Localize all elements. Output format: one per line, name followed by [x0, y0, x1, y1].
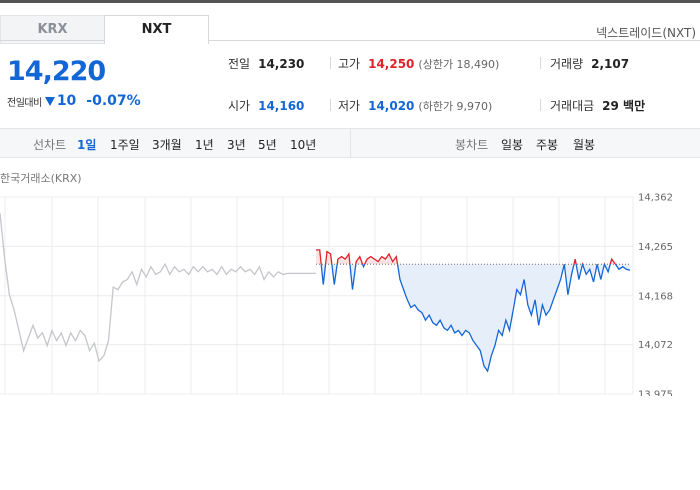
market-tabs: KRX NXT 넥스트레이드(NXT): [0, 3, 700, 44]
upper-limit: (상한가 18,490): [418, 57, 500, 71]
stat-value: 2,107: [591, 56, 630, 71]
divider: [540, 57, 541, 69]
period-5y[interactable]: 5년: [258, 136, 277, 153]
lower-limit: (하한가 9,970): [418, 99, 493, 113]
tab-nxt[interactable]: NXT: [104, 15, 209, 44]
tab-underline-left: [0, 40, 104, 41]
period-3m[interactable]: 3개월: [152, 136, 182, 153]
price-change: 전일대비 10 -0.07%: [7, 92, 141, 110]
y-axis-ticks: 14,362 14,265 14,168 14,072 13,975: [638, 193, 673, 397]
stat-amount: 거래대금 29 백만: [550, 97, 645, 114]
stat-label: 시가: [228, 99, 251, 113]
below-reference-fill: [316, 264, 630, 372]
y-tick-label: 14,265: [638, 242, 673, 253]
krx-price-line: [0, 213, 316, 363]
stat-label: 저가: [338, 99, 361, 113]
divider: [350, 129, 351, 157]
y-tick-label: 14,362: [638, 193, 673, 204]
stat-open: 시가 14,160: [228, 97, 304, 114]
divider: [540, 99, 541, 111]
stat-high: 고가 14,250 (상한가 18,490): [338, 55, 499, 72]
down-triangle-icon: [44, 96, 55, 106]
y-tick-label: 13,975: [638, 390, 673, 397]
period-10y[interactable]: 10년: [290, 136, 316, 153]
period-3y[interactable]: 3년: [227, 136, 246, 153]
divider: [330, 57, 331, 69]
stat-value: 14,020: [368, 98, 415, 113]
chart-fill-areas: [316, 249, 630, 372]
candle-daily[interactable]: 일봉: [501, 136, 523, 153]
stat-prev-close: 전일 14,230: [228, 55, 304, 72]
period-bar: 선차트 1일 1주일 3개월 1년 3년 5년 10년 봉차트 일봉 주봉 월봉: [0, 128, 700, 158]
candle-weekly[interactable]: 주봉: [536, 136, 558, 153]
candle-chart-label: 봉차트: [455, 138, 489, 152]
y-tick-label: 14,168: [638, 291, 673, 302]
stat-value: 14,160: [258, 98, 305, 113]
candle-monthly[interactable]: 월봉: [573, 136, 595, 153]
change-label: 전일대비: [7, 97, 42, 109]
stat-value: 14,250: [368, 56, 415, 71]
intraday-price-chart: 14,362 14,265 14,168 14,072 13,975: [0, 193, 673, 397]
market-link[interactable]: 넥스트레이드(NXT): [596, 24, 696, 41]
y-tick-label: 14,072: [638, 340, 673, 351]
stat-label: 고가: [338, 57, 361, 71]
stat-value: 14,230: [258, 56, 305, 71]
period-1d[interactable]: 1일: [77, 136, 96, 153]
stat-label: 전일: [228, 57, 251, 71]
stat-label: 거래대금: [550, 99, 595, 113]
exchange-label: 한국거래소(KRX): [0, 172, 82, 185]
current-price: 14,220: [7, 56, 106, 87]
line-chart-label: 선차트: [33, 138, 67, 152]
stat-label: 거래량: [550, 57, 584, 71]
period-1w[interactable]: 1주일: [110, 136, 140, 153]
change-percent: -0.07%: [86, 93, 141, 109]
stat-volume: 거래량 2,107: [550, 55, 629, 72]
tab-underline-right: [209, 40, 700, 41]
change-value: 10: [56, 93, 77, 109]
stat-value: 29 백만: [602, 99, 646, 113]
divider: [330, 99, 331, 111]
stat-low: 저가 14,020 (하한가 9,970): [338, 97, 492, 114]
period-1y[interactable]: 1년: [195, 136, 214, 153]
